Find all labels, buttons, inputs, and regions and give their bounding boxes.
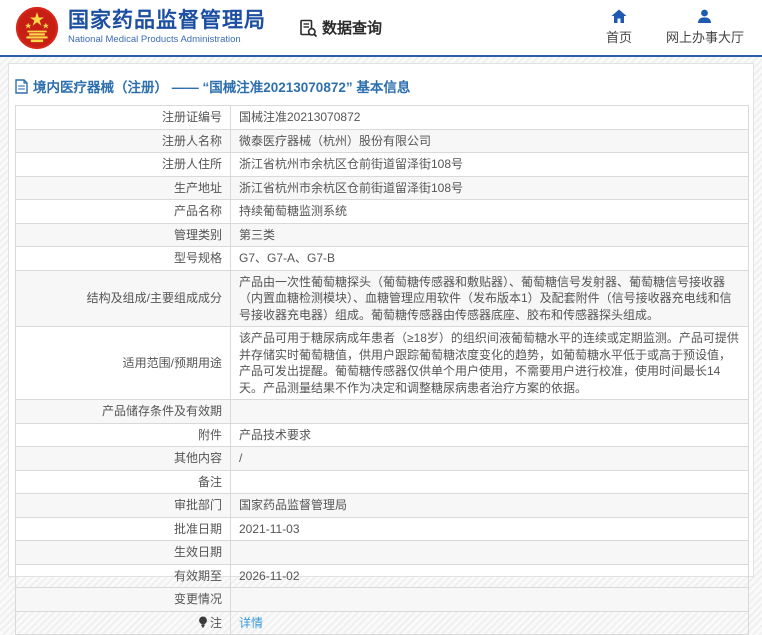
nav-home-label: 首页 — [605, 30, 632, 45]
row-label: 注 — [15, 610, 231, 635]
row-label: 型号规格 — [15, 246, 231, 271]
row-label: 注册人名称 — [15, 128, 231, 153]
row-label: 产品储存条件及有效期 — [15, 399, 231, 424]
row-label: 变更情况 — [15, 587, 231, 612]
row-label: 注册证编号 — [15, 105, 231, 130]
table-row: 注册人住所 浙江省杭州市余杭区仓前街道留泽街108号 — [15, 152, 749, 177]
national-emblem-icon — [15, 6, 59, 49]
table-row: 有效期至 2026-11-02 — [15, 563, 749, 588]
row-value: 详情 — [230, 610, 749, 635]
document-icon — [15, 78, 28, 94]
table-row: 注 详情 — [15, 610, 749, 635]
data-query-button[interactable]: 数据查询 — [298, 17, 382, 38]
row-label-text: 结构及组成/主要组成成分 — [86, 291, 222, 305]
row-label: 附件 — [15, 422, 231, 447]
page-title-bar: 境内医疗器械（注册） —— “国械注准20213070872” 基本信息 — [9, 64, 753, 105]
table-row: 其他内容 / — [15, 446, 749, 471]
row-value: 浙江省杭州市余杭区仓前街道留泽街108号 — [230, 175, 749, 200]
row-label: 生产地址 — [15, 175, 231, 200]
row-value — [230, 587, 749, 612]
table-row: 注册人名称 微泰医疗器械（杭州）股份有限公司 — [15, 128, 749, 153]
row-label: 批准日期 — [15, 516, 231, 541]
agency-name-en: National Medical Products Administration — [68, 34, 241, 46]
person-icon — [698, 9, 712, 23]
row-label: 结构及组成/主要组成成分 — [15, 269, 231, 327]
row-label: 适用范围/预期用途 — [15, 326, 231, 400]
row-label-text: 生效日期 — [173, 545, 222, 559]
row-value: 浙江省杭州市余杭区仓前街道留泽街108号 — [230, 152, 749, 177]
row-label-text: 注册人名称 — [161, 133, 222, 148]
table-row: 备注 — [15, 469, 749, 494]
row-value: 产品由一次性葡萄糖探头（葡萄糖传感器和敷贴器）、葡萄糖信号发射器、葡萄糖信号接收… — [230, 269, 749, 327]
row-label-text: 备注 — [197, 474, 222, 489]
table-row: 变更情况 — [15, 587, 749, 612]
info-table-body: 注册证编号 国械注准20213070872 注册人名称 微泰医疗器械（杭州）股份… — [15, 105, 749, 635]
row-value — [230, 469, 749, 494]
data-query-label: 数据查询 — [322, 20, 383, 37]
row-value: / — [230, 446, 749, 471]
row-value: 微泰医疗器械（杭州）股份有限公司 — [230, 128, 749, 153]
row-label: 有效期至 — [15, 563, 231, 588]
home-icon — [611, 9, 627, 23]
table-row: 适用范围/预期用途 该产品可用于糖尿病成年患者（≥18岁）的组织间液葡萄糖水平的… — [15, 326, 749, 400]
row-label-text: 适用范围/预期用途 — [122, 355, 222, 370]
row-value: 2026-11-02 — [230, 563, 749, 588]
row-label-text: 审批部门 — [173, 498, 222, 512]
row-label-text: 产品名称 — [173, 204, 222, 218]
nav-service-hall[interactable]: 网上办事大厅 — [666, 9, 744, 46]
table-row: 批准日期 2021-11-03 — [15, 516, 749, 541]
table-row: 管理类别 第三类 — [15, 222, 749, 247]
row-value: 国家药品监督管理局 — [230, 493, 749, 518]
table-row: 产品名称 持续葡萄糖监测系统 — [15, 199, 749, 224]
nav-home[interactable]: 首页 — [606, 9, 632, 46]
row-label: 备注 — [15, 469, 231, 494]
row-value: 产品技术要求 — [230, 422, 749, 447]
page-title: 境内医疗器械（注册） —— “国械注准20213070872” 基本信息 — [33, 80, 411, 95]
row-label-text: 附件 — [197, 427, 222, 442]
table-row: 生效日期 — [15, 540, 749, 565]
row-label-text: 其他内容 — [173, 451, 222, 465]
row-value: 第三类 — [230, 222, 749, 247]
row-value: 持续葡萄糖监测系统 — [230, 199, 749, 224]
row-label-text: 管理类别 — [173, 227, 222, 242]
row-label: 其他内容 — [15, 446, 231, 471]
top-nav: 首页 网上办事大厅 — [606, 9, 762, 46]
row-label-text: 批准日期 — [173, 521, 222, 536]
bulb-icon — [199, 616, 207, 627]
nav-service-hall-label: 网上办事大厅 — [665, 30, 744, 45]
table-row: 生产地址 浙江省杭州市余杭区仓前街道留泽街108号 — [15, 175, 749, 200]
content-card: 境内医疗器械（注册） —— “国械注准20213070872” 基本信息 注册证… — [8, 63, 754, 635]
data-query-icon — [300, 19, 318, 37]
row-label-text: 有效期至 — [173, 568, 222, 583]
site-header: 国家药品监督管理局 National Medical Products Admi… — [0, 0, 762, 57]
row-value — [230, 399, 749, 424]
row-label-text: 产品储存条件及有效期 — [101, 404, 222, 418]
row-label-text: 型号规格 — [173, 251, 222, 265]
row-value: 国械注准20213070872 — [230, 105, 749, 130]
row-value: G7、G7-A、G7-B — [230, 246, 749, 271]
table-row: 产品储存条件及有效期 — [15, 399, 749, 424]
row-label: 管理类别 — [15, 222, 231, 247]
agency-name-block: 国家药品监督管理局 National Medical Products Admi… — [68, 9, 266, 46]
row-label-text: 注册证编号 — [161, 110, 222, 124]
row-label-text: 变更情况 — [173, 592, 222, 606]
row-label: 生效日期 — [15, 540, 231, 565]
row-label: 审批部门 — [15, 493, 231, 518]
agency-name: 国家药品监督管理局 — [68, 9, 266, 33]
row-label: 注册人住所 — [15, 152, 231, 177]
info-table: 注册证编号 国械注准20213070872 注册人名称 微泰医疗器械（杭州）股份… — [15, 105, 749, 635]
row-label-text: 注册人住所 — [161, 157, 222, 171]
table-row: 附件 产品技术要求 — [15, 422, 749, 447]
row-value: 2021-11-03 — [230, 516, 749, 541]
row-label: 产品名称 — [15, 199, 231, 224]
table-row: 型号规格 G7、G7-A、G7-B — [15, 246, 749, 271]
table-row: 结构及组成/主要组成成分 产品由一次性葡萄糖探头（葡萄糖传感器和敷贴器）、葡萄糖… — [15, 269, 749, 327]
row-value: 该产品可用于糖尿病成年患者（≥18岁）的组织间液葡萄糖水平的连续或定期监测。产品… — [230, 326, 749, 400]
row-label-text: 注 — [209, 615, 222, 630]
row-value — [230, 540, 749, 565]
row-label-text: 生产地址 — [173, 180, 222, 195]
table-row: 注册证编号 国械注准20213070872 — [15, 105, 749, 130]
detail-link[interactable]: 详情 — [239, 616, 263, 630]
table-row: 审批部门 国家药品监督管理局 — [15, 493, 749, 518]
